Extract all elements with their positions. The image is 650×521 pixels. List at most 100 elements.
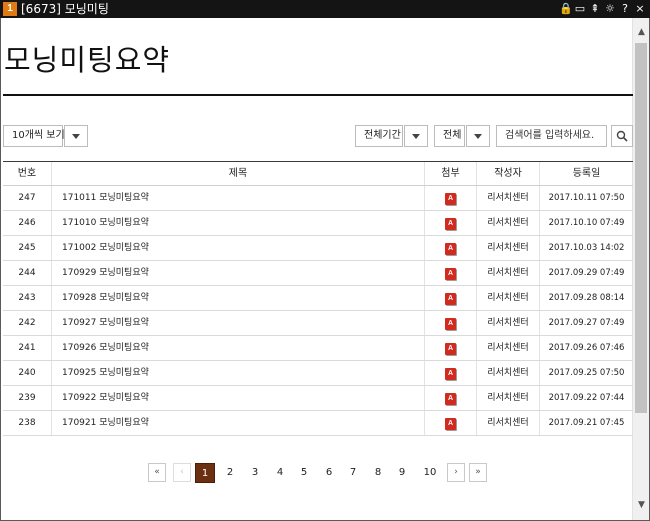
next-page-button[interactable]: › bbox=[447, 463, 465, 482]
scroll-up-icon[interactable]: ▲ bbox=[633, 24, 650, 41]
help-icon[interactable]: ? bbox=[619, 2, 631, 16]
page-size-dropdown-button[interactable] bbox=[64, 125, 88, 147]
page-number[interactable]: 2 bbox=[220, 463, 240, 483]
window-titlebar: 1 [6673] 모닝미팅 🔒 ▭ ⇞ ☼ ? × bbox=[0, 0, 650, 18]
row-author: 리서치센터 bbox=[476, 236, 539, 260]
period-select[interactable]: 전체기간 bbox=[355, 125, 403, 147]
pin-icon[interactable]: ⇞ bbox=[589, 2, 601, 16]
row-title-link[interactable]: 170921 모닝미팅요약 bbox=[51, 411, 424, 435]
header-date: 등록일 bbox=[539, 162, 633, 185]
row-attachment[interactable]: A bbox=[424, 236, 476, 260]
page-number[interactable]: 8 bbox=[368, 463, 388, 483]
pdf-icon[interactable]: A bbox=[445, 418, 456, 430]
row-title-link[interactable]: 170922 모닝미팅요약 bbox=[51, 386, 424, 410]
table-row[interactable]: 241 170926 모닝미팅요약 A 리서치센터 2017.09.26 07:46 bbox=[3, 336, 633, 361]
window-title: [6673] 모닝미팅 bbox=[21, 2, 109, 16]
pdf-icon[interactable]: A bbox=[445, 268, 456, 280]
row-title-link[interactable]: 170928 모닝미팅요약 bbox=[51, 286, 424, 310]
row-num: 238 bbox=[18, 418, 36, 428]
last-page-button[interactable]: » bbox=[469, 463, 487, 482]
pdf-icon[interactable]: A bbox=[445, 243, 456, 255]
row-num: 244 bbox=[18, 268, 36, 278]
table-row[interactable]: 247 171011 모닝미팅요약 A 리서치센터 2017.10.11 07:50 bbox=[3, 186, 633, 211]
table-row[interactable]: 246 171010 모닝미팅요약 A 리서치센터 2017.10.10 07:49 bbox=[3, 211, 633, 236]
row-title-link[interactable]: 170929 모닝미팅요약 bbox=[51, 261, 424, 285]
pdf-icon[interactable]: A bbox=[445, 393, 456, 405]
page-number[interactable]: 5 bbox=[294, 463, 314, 483]
page-number[interactable]: 4 bbox=[270, 463, 290, 483]
scroll-down-icon[interactable]: ▼ bbox=[633, 497, 650, 514]
row-title-link[interactable]: 170926 모닝미팅요약 bbox=[51, 336, 424, 360]
table-row[interactable]: 240 170925 모닝미팅요약 A 리서치센터 2017.09.25 07:50 bbox=[3, 361, 633, 386]
chevron-down-icon bbox=[72, 134, 80, 139]
pdf-icon[interactable]: A bbox=[445, 318, 456, 330]
prev-page-button[interactable]: ‹ bbox=[173, 463, 191, 482]
row-num: 239 bbox=[18, 393, 36, 403]
row-attachment[interactable]: A bbox=[424, 286, 476, 310]
vertical-scrollbar[interactable]: ▲ ▼ bbox=[632, 18, 649, 520]
titlebar-icons: 🔒 ▭ ⇞ ☼ ? × bbox=[559, 0, 646, 18]
table-row[interactable]: 244 170929 모닝미팅요약 A 리서치센터 2017.09.29 07:49 bbox=[3, 261, 633, 286]
close-icon[interactable]: × bbox=[634, 2, 646, 16]
pdf-icon[interactable]: A bbox=[445, 343, 456, 355]
row-author: 리서치센터 bbox=[476, 336, 539, 360]
table-row[interactable]: 239 170922 모닝미팅요약 A 리서치센터 2017.09.22 07:44 bbox=[3, 386, 633, 411]
row-title-link[interactable]: 171002 모닝미팅요약 bbox=[51, 236, 424, 260]
page-number[interactable]: 9 bbox=[392, 463, 412, 483]
row-title-link[interactable]: 171010 모닝미팅요약 bbox=[51, 211, 424, 235]
pdf-icon[interactable]: A bbox=[445, 218, 456, 230]
row-author: 리서치센터 bbox=[476, 411, 539, 435]
clipboard-icon[interactable]: ▭ bbox=[574, 2, 586, 16]
row-date: 2017.09.21 07:45 bbox=[539, 411, 633, 435]
first-page-button[interactable]: « bbox=[148, 463, 166, 482]
row-attachment[interactable]: A bbox=[424, 261, 476, 285]
title-divider bbox=[3, 94, 633, 96]
page-number[interactable]: 10 bbox=[420, 463, 440, 483]
page-size-select[interactable]: 10개씩 보기 bbox=[3, 125, 65, 147]
table-row[interactable]: 238 170921 모닝미팅요약 A 리서치센터 2017.09.21 07:45 bbox=[3, 411, 633, 436]
row-num: 243 bbox=[18, 293, 36, 303]
row-num: 242 bbox=[18, 318, 36, 328]
row-num: 241 bbox=[18, 343, 36, 353]
settings-icon[interactable]: ☼ bbox=[604, 2, 616, 16]
page-title: 모닝미팅요약 bbox=[4, 43, 171, 77]
page-number-active[interactable]: 1 bbox=[195, 463, 215, 483]
row-attachment[interactable]: A bbox=[424, 411, 476, 435]
page-number[interactable]: 3 bbox=[245, 463, 265, 483]
row-date: 2017.10.03 14:02 bbox=[539, 236, 633, 260]
pdf-icon[interactable]: A bbox=[445, 293, 456, 305]
search-input[interactable]: 검색어를 입력하세요. bbox=[496, 125, 607, 147]
row-title-link[interactable]: 171011 모닝미팅요약 bbox=[51, 186, 424, 210]
row-attachment[interactable]: A bbox=[424, 311, 476, 335]
row-attachment[interactable]: A bbox=[424, 211, 476, 235]
row-attachment[interactable]: A bbox=[424, 386, 476, 410]
row-author: 리서치센터 bbox=[476, 311, 539, 335]
search-scope-select[interactable]: 전체 bbox=[434, 125, 465, 147]
row-title-link[interactable]: 170925 모닝미팅요약 bbox=[51, 361, 424, 385]
lock-icon[interactable]: 🔒 bbox=[559, 2, 573, 16]
pdf-icon[interactable]: A bbox=[445, 193, 456, 205]
header-title: 제목 bbox=[51, 162, 424, 185]
search-button[interactable] bbox=[611, 125, 633, 147]
row-title-link[interactable]: 170927 모닝미팅요약 bbox=[51, 311, 424, 335]
row-date: 2017.09.28 08:14 bbox=[539, 286, 633, 310]
row-attachment[interactable]: A bbox=[424, 336, 476, 360]
period-dropdown-button[interactable] bbox=[404, 125, 428, 147]
page-number[interactable]: 7 bbox=[343, 463, 363, 483]
pdf-icon[interactable]: A bbox=[445, 368, 456, 380]
search-scope-dropdown-button[interactable] bbox=[466, 125, 490, 147]
post-table: 번호 제목 첨부 작성자 등록일 247 171011 모닝미팅요약 A 리서치센터 2… bbox=[3, 161, 633, 436]
row-num: 246 bbox=[18, 218, 36, 228]
row-attachment[interactable]: A bbox=[424, 186, 476, 210]
table-row[interactable]: 242 170927 모닝미팅요약 A 리서치센터 2017.09.27 07:49 bbox=[3, 311, 633, 336]
table-row[interactable]: 243 170928 모닝미팅요약 A 리서치센터 2017.09.28 08:14 bbox=[3, 286, 633, 311]
row-num: 247 bbox=[18, 193, 36, 203]
page-number[interactable]: 6 bbox=[319, 463, 339, 483]
table-header-row: 번호 제목 첨부 작성자 등록일 bbox=[3, 162, 633, 186]
header-num: 번호 bbox=[17, 168, 37, 179]
row-date: 2017.09.22 07:44 bbox=[539, 386, 633, 410]
table-row[interactable]: 245 171002 모닝미팅요약 A 리서치센터 2017.10.03 14:02 bbox=[3, 236, 633, 261]
row-attachment[interactable]: A bbox=[424, 361, 476, 385]
chevron-down-icon bbox=[412, 134, 420, 139]
scroll-thumb[interactable] bbox=[635, 43, 647, 413]
